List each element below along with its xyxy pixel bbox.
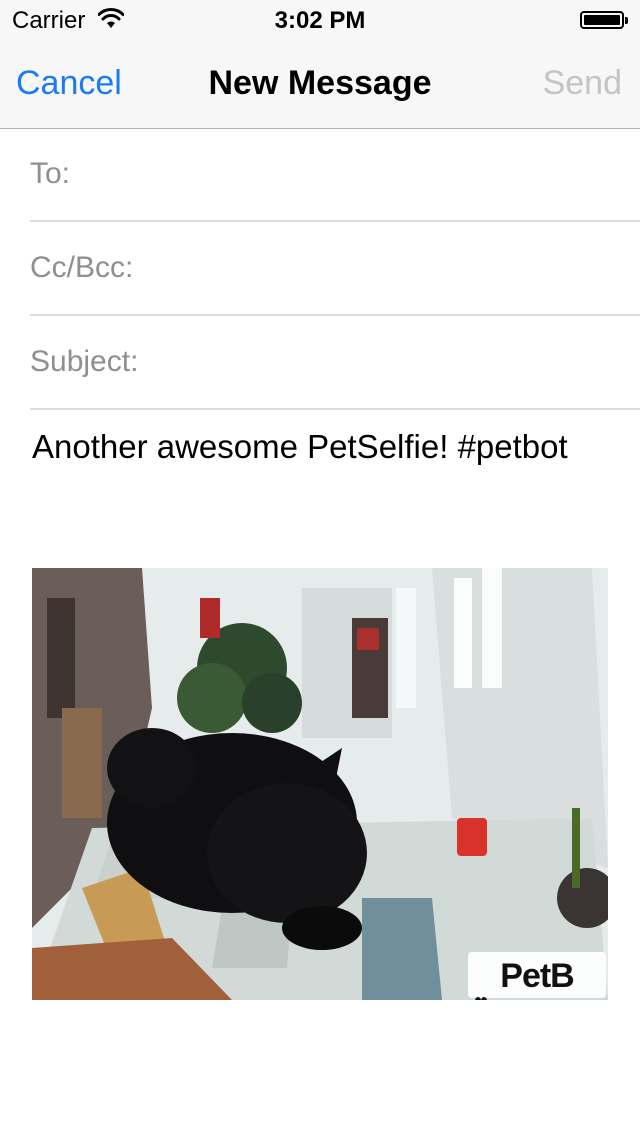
subject-field[interactable]: Subject: — [30, 317, 640, 410]
to-input[interactable] — [92, 149, 630, 201]
attached-photo[interactable]: PetB t — [32, 568, 608, 1000]
status-bar: Carrier 3:02 PM — [0, 0, 640, 40]
to-field[interactable]: To: — [30, 129, 640, 222]
pet-photo-image — [32, 568, 608, 1000]
to-label: To: — [30, 157, 71, 190]
subject-input[interactable] — [154, 337, 630, 389]
send-button[interactable]: Send — [543, 64, 622, 103]
logo-text-before: PetB — [500, 957, 574, 995]
cc-bcc-field[interactable]: Cc/Bcc: — [30, 223, 640, 316]
nav-bar: Cancel New Message Send — [0, 40, 640, 129]
paw-icon — [475, 997, 487, 1000]
status-time: 3:02 PM — [274, 7, 366, 34]
petbot-logo: PetB t — [468, 952, 606, 1000]
battery-icon — [580, 11, 628, 29]
subject-label: Subject: — [30, 345, 139, 378]
cc-bcc-label: Cc/Bcc: — [30, 251, 134, 284]
cc-bcc-input[interactable] — [150, 243, 630, 295]
cancel-button[interactable]: Cancel — [16, 64, 122, 103]
message-body[interactable]: Another awesome PetSelfie! #petbot — [32, 428, 622, 466]
